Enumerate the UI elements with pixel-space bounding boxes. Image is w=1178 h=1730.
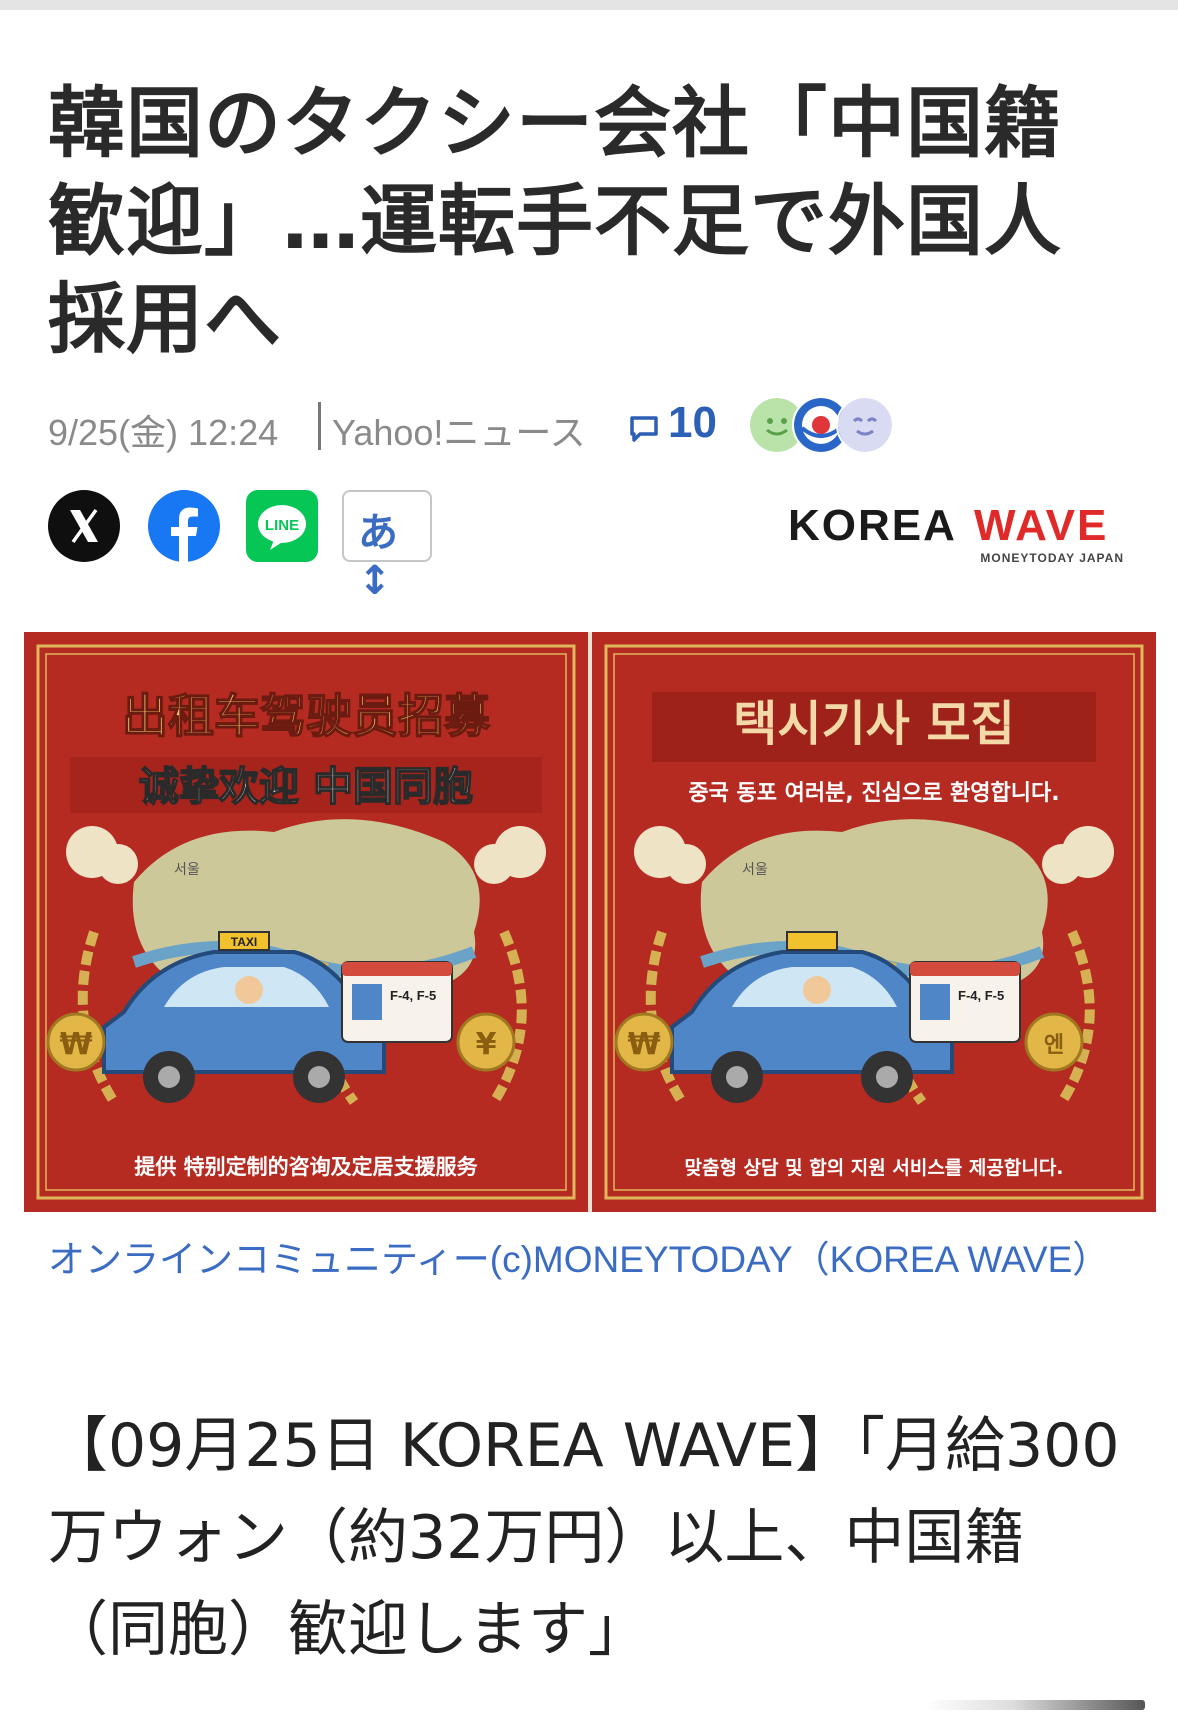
comment-icon <box>630 416 658 442</box>
article-image[interactable]: 서울 TAXI F-4, F-5 ₩ ¥ 出租车驾驶员招募 诚挚欢迎 中国同胞 … <box>24 632 1156 1212</box>
map-city-label: 서울 <box>174 862 200 878</box>
x-logo-icon <box>70 508 98 544</box>
poster-footer-right: 맞춤형 상담 및 합의 지원 서비스를 제공합니다. <box>684 1157 1063 1179</box>
share-bar: LINE あ↕ KOREA WAVE MONEYTODAY JAPAN <box>48 490 1138 604</box>
coin-yen-right: 엔 <box>1044 1033 1064 1058</box>
facebook-logo-icon <box>171 507 198 562</box>
logo-primary: KOREA <box>788 501 957 550</box>
coin-won-left: ₩ <box>59 1027 92 1062</box>
logo-accent: WAVE <box>974 501 1108 550</box>
coin-won-right: ₩ <box>627 1027 660 1062</box>
visa-label-left: F-4, F-5 <box>390 988 436 1003</box>
poster-korean: 서울 F-4, F-5 ₩ 엔 택시기사 모집 중국 동포 여러분, 진심으로 … <box>592 632 1156 1212</box>
image-caption-link[interactable]: オンラインコミュニティー(c)MONEYTODAY（KOREA WAVE） <box>48 1232 1109 1288</box>
poster-title-right: 택시기사 모집 <box>733 696 1015 752</box>
coin-yen-left: ¥ <box>476 1027 497 1062</box>
source-name: Yahoo!ニュース <box>332 412 586 453</box>
poster-subtitle-left: 诚挚欢迎 中国同胞 <box>139 764 473 810</box>
top-status-strip <box>0 0 1178 10</box>
comment-count: 10 <box>668 398 717 447</box>
poster-footer-left: 提供 特别定制的咨询及定居支援服务 <box>134 1155 478 1179</box>
visa-label-right: F-4, F-5 <box>958 988 1004 1003</box>
scroll-indicator <box>925 1700 1145 1710</box>
line-logo-icon: LINE <box>258 505 306 550</box>
font-size-button[interactable]: あ↕ <box>342 490 432 604</box>
publish-date: 9/25(金) 12:24 <box>48 412 279 453</box>
share-x-button[interactable] <box>48 490 120 562</box>
reaction-avatars <box>748 396 908 454</box>
map-city-label-right: 서울 <box>742 862 768 878</box>
logo-tagline: MONEYTODAY JAPAN <box>980 551 1124 565</box>
taxi-sign: TAXI <box>231 935 257 949</box>
font-size-label: あ↕ <box>358 510 398 604</box>
poster-subtitle-right: 중국 동포 여러분, 진심으로 환영합니다. <box>688 780 1059 806</box>
article-meta: 9/25(金) 12:24 Yahoo!ニュース 10 <box>48 396 1138 454</box>
publisher-logo: KOREA WAVE MONEYTODAY JAPAN <box>788 501 1124 565</box>
svg-text:LINE: LINE <box>265 517 299 534</box>
poster-chinese: 서울 TAXI F-4, F-5 ₩ ¥ 出租车驾驶员招募 诚挚欢迎 中国同胞 … <box>24 632 588 1212</box>
article-title: 韓国のタクシー会社「中国籍歓迎」…運転手不足で外国人採用へ <box>48 80 1062 365</box>
share-line-button[interactable]: LINE <box>246 490 318 562</box>
calm-face-icon <box>836 396 894 454</box>
poster-title-left: 出租车驾驶员招募 <box>122 689 491 743</box>
article-lead: 【09月25日 KOREA WAVE】「月給300万ウォン（約32万円）以上、中… <box>48 1411 1120 1665</box>
meta-divider <box>318 402 321 450</box>
share-facebook-button[interactable] <box>148 490 220 562</box>
